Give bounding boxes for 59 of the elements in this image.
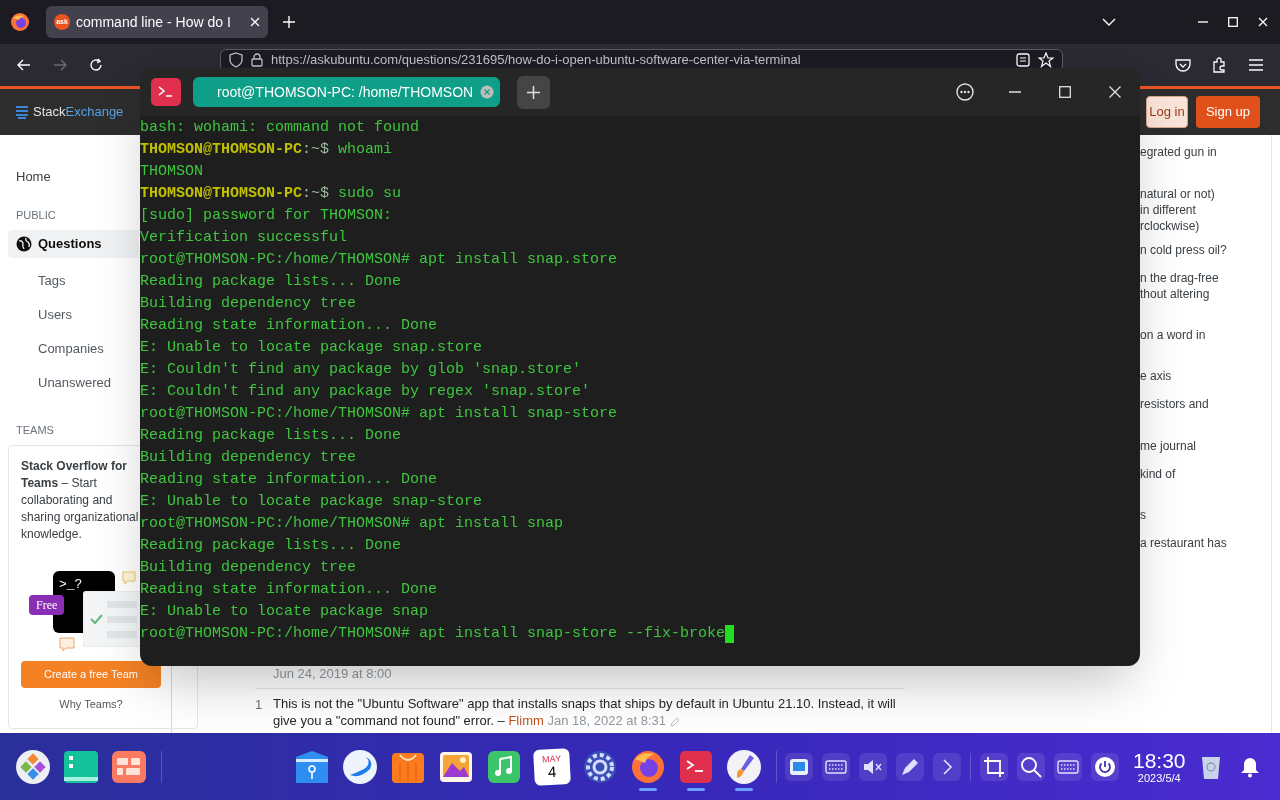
question-link[interactable]: on a word in [1140, 327, 1271, 343]
post-date: Jun 24, 2019 at 8:00 [272, 665, 393, 682]
why-teams-link[interactable]: Why Teams? [21, 696, 161, 713]
terminal-line: Reading state information... Done [140, 316, 438, 336]
section-heading: PUBLIC [16, 208, 56, 223]
terminal-line: E: Couldn't find any package by regex 'snap.store' [140, 382, 591, 402]
terminal-line: root@THOMSON-PC:/home/THOMSON# apt install snap-store --fix-broke [140, 624, 726, 644]
tab-title: command line - How do I [76, 12, 232, 32]
terminal-line: Verification successful [140, 228, 348, 248]
question-link[interactable]: a restaurant has [1140, 535, 1271, 551]
question-link[interactable]: egrated gun in [1140, 144, 1271, 160]
question-link[interactable]: n the drag-free thout altering [1140, 270, 1271, 302]
terminal-line: Reading state information... Done [140, 580, 438, 600]
terminal-line: Reading package lists... Done [140, 426, 402, 446]
terminal-line: THOMSON@THOMSON-PC:~$ sudo su [140, 184, 402, 204]
promo-text: Stack Overflow for Teams – Start collaborating and sharing organizational knowledge. [21, 458, 139, 543]
terminal-line: E: Unable to locate package snap.store [140, 338, 483, 358]
terminal-line: root@THOMSON-PC:/home/THOMSON# apt install snap [140, 514, 564, 534]
nav-link[interactable]: Home [16, 165, 51, 189]
address-bar[interactable]: https://askubuntu.com/questions/231695/how-do-i-open-ubuntu-software-center-via-terminal [220, 49, 1063, 71]
calendar-icon[interactable]: MAY 4 [533, 747, 571, 786]
signup-button[interactable]: Sign up [1195, 96, 1260, 128]
terminal-line: THOMSON [140, 162, 203, 182]
question-link[interactable]: e axis [1140, 368, 1271, 384]
question-link[interactable]: natural or not) in different rclockwise) [1140, 186, 1271, 234]
terminal-line: root@THOMSON-PC:/home/THOMSON# apt install snap.store [140, 250, 618, 270]
terminal-line: Reading package lists... Done [140, 536, 402, 556]
clock-date: 2023/5/4 [1137, 772, 1181, 784]
url-text: https://askubuntu.com/questions/231695/how-do-i-open-ubuntu-software-center-via-terminal [271, 52, 802, 68]
clock-time: 18:30 [1133, 749, 1186, 771]
nav-link[interactable]: Companies [38, 331, 104, 366]
site-logo[interactable]: StackExchange [33, 102, 124, 122]
question-link[interactable]: me journal [1140, 438, 1271, 454]
section-heading: TEAMS [16, 422, 54, 438]
question-link[interactable]: kind of [1140, 466, 1271, 482]
comment-score: 1 [255, 696, 264, 714]
terminal-line: THOMSON@THOMSON-PC:~$ whoami [140, 140, 393, 160]
terminal-line: Building dependency tree [140, 558, 357, 578]
user-link[interactable]: Flimm [508, 713, 544, 728]
nav-link[interactable]: Users [38, 297, 72, 332]
terminal-line: Building dependency tree [140, 294, 357, 314]
terminal-line: [sudo] password for THOMSON: [140, 206, 393, 226]
terminal-line: root@THOMSON-PC:/home/THOMSON# apt install snap-store [140, 404, 618, 424]
terminal-line: E: Unable to locate package snap-store [140, 492, 483, 512]
question-link[interactable]: s [1140, 507, 1271, 523]
terminal-line: Reading state information... Done [140, 470, 438, 490]
terminal-line: Building dependency tree [140, 448, 357, 468]
terminal-line: E: Couldn't find any package by glob 'snap.store' [140, 360, 582, 380]
terminal-line: E: Unable to locate package snap [140, 602, 429, 622]
nav-link[interactable]: Tags [38, 263, 66, 298]
comment-text: This is not the "Ubuntu Software" app that installs snaps that ships by default in Ubuntu 21.10. Instead, it will give you a "command not found" error. – Flimm Jan 18, 2022 at 8:31 [273, 695, 897, 729]
nav-link[interactable]: Unanswered [38, 365, 111, 400]
free-badge: Free [29, 595, 65, 615]
terminal-line: Reading package lists... Done [140, 272, 402, 292]
nav-link[interactable]: Questions [8, 229, 139, 258]
login-button[interactable]: Log in [1145, 96, 1188, 128]
terminal-line: bash: wohami: command not found [140, 118, 420, 138]
question-link[interactable]: n cold press oil? [1140, 242, 1271, 258]
question-link[interactable]: resistors and [1140, 396, 1271, 412]
